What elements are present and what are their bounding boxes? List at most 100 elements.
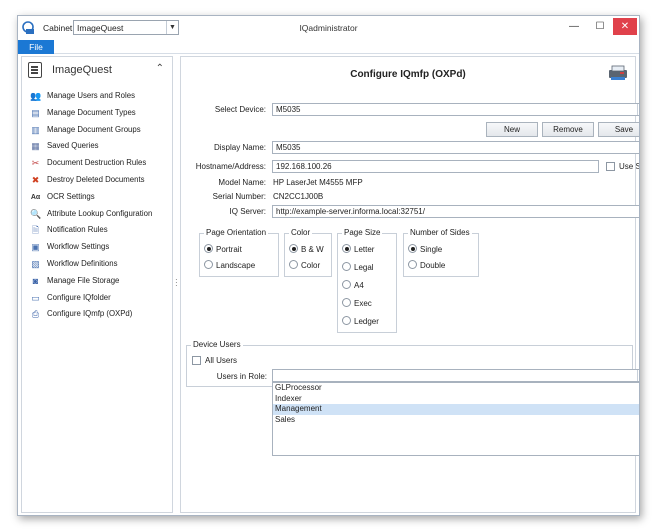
list-item[interactable]: Sales xyxy=(273,415,639,426)
radio-unselected[interactable] xyxy=(342,280,351,290)
use-ssl-label: Use SSL xyxy=(619,162,639,171)
sidebar-item-label: Destroy Deleted Documents xyxy=(47,174,145,184)
select-device-dropdown[interactable]: M5035 ▼ xyxy=(272,103,639,116)
model-name-label: Model Name: xyxy=(218,178,266,187)
option-label: Single xyxy=(420,245,443,254)
sidebar-item-destruction-rules[interactable]: ✂ Document Destruction Rules xyxy=(22,155,172,172)
size-ledger-option[interactable]: Ledger xyxy=(342,316,379,328)
radio-unselected[interactable] xyxy=(289,260,298,270)
serial-number-value: CN2CC1J00B xyxy=(273,192,324,201)
radio-unselected[interactable] xyxy=(342,316,351,326)
workflow-definitions-icon: ▧ xyxy=(31,258,40,269)
ocr-icon: Aα xyxy=(30,193,41,201)
radio-selected[interactable] xyxy=(408,244,417,254)
sidebar-item-saved-queries[interactable]: ▦ Saved Queries xyxy=(22,138,172,155)
page-size-title: Page Size xyxy=(342,228,383,237)
orientation-portrait-option[interactable]: Portrait xyxy=(204,244,242,256)
size-a4-option[interactable]: A4 xyxy=(342,280,364,292)
iq-server-input[interactable]: http://example-server.informa.local:3275… xyxy=(272,205,639,218)
option-label: Double xyxy=(420,261,446,270)
radio-unselected[interactable] xyxy=(342,262,351,272)
radio-unselected[interactable] xyxy=(342,298,351,308)
save-button[interactable]: Save xyxy=(598,122,639,137)
option-label: Color xyxy=(301,261,321,270)
menu-bar: File xyxy=(18,40,639,54)
splitter-handle[interactable]: · · · xyxy=(175,276,178,290)
number-of-sides-title: Number of Sides xyxy=(408,228,472,237)
option-label: B & W xyxy=(301,245,324,254)
sidebar-item-label: OCR Settings xyxy=(47,191,95,201)
page-orientation-title: Page Orientation xyxy=(204,228,269,237)
sidebar-item-file-storage[interactable]: ◙ Manage File Storage xyxy=(22,273,172,290)
sidebar-nav: 👥 Manage Users and Roles ▤ Manage Document… xyxy=(22,88,172,323)
sidebar: ImageQuest ⌃ 👥 Manage Users and Roles ▤ Ma… xyxy=(21,56,173,513)
workflow-settings-icon: ▣ xyxy=(31,242,40,253)
iqmfp-icon: ⎙ xyxy=(31,309,40,320)
close-button[interactable]: ✕ xyxy=(613,18,637,35)
color-bw-option[interactable]: B & W xyxy=(289,244,324,256)
sidebar-item-ocr-settings[interactable]: Aα OCR Settings xyxy=(22,189,172,206)
orientation-landscape-option[interactable]: Landscape xyxy=(204,260,255,272)
sidebar-item-document-groups[interactable]: ▥ Manage Document Groups xyxy=(22,122,172,139)
option-label: Landscape xyxy=(216,261,256,270)
sides-double-option[interactable]: Double xyxy=(408,260,445,272)
radio-selected[interactable] xyxy=(204,244,213,254)
list-item[interactable]: GLProcessor xyxy=(273,383,639,394)
remove-button[interactable]: Remove xyxy=(542,122,594,137)
list-item[interactable]: Indexer xyxy=(273,394,639,405)
sidebar-item-label: Saved Queries xyxy=(47,141,99,151)
sidebar-item-configure-iqmfp[interactable]: ⎙ Configure IQmfp (OXPd) xyxy=(22,306,172,323)
size-legal-option[interactable]: Legal xyxy=(342,262,374,274)
users-in-role-label: Users in Role: xyxy=(216,372,267,381)
sidebar-item-workflow-definitions[interactable]: ▧ Workflow Definitions xyxy=(22,256,172,273)
new-button[interactable]: New xyxy=(486,122,538,137)
sidebar-item-label: Notification Rules xyxy=(47,225,108,235)
color-color-option[interactable]: Color xyxy=(289,260,320,272)
minimize-button[interactable]: — xyxy=(563,18,585,35)
list-item-selected[interactable]: Management xyxy=(273,404,639,415)
all-users-checkbox[interactable] xyxy=(192,356,201,365)
document-types-icon: ▤ xyxy=(31,107,40,118)
users-icon: 👥 xyxy=(30,91,42,101)
sidebar-item-configure-iqfolder[interactable]: ▭ Configure IQfolder xyxy=(22,290,172,307)
chevron-up-icon[interactable]: ⌃ xyxy=(156,63,164,74)
role-options-list[interactable]: GLProcessor Indexer Management Sales xyxy=(272,382,639,456)
sidebar-item-users[interactable]: 👥 Manage Users and Roles xyxy=(22,88,172,105)
size-letter-option[interactable]: Letter xyxy=(342,244,374,256)
size-exec-option[interactable]: Exec xyxy=(342,298,372,310)
destroy-icon: ✖ xyxy=(31,174,40,185)
option-label: Exec xyxy=(354,299,372,308)
chevron-down-icon[interactable]: ▼ xyxy=(637,370,639,381)
sides-single-option[interactable]: Single xyxy=(408,244,442,256)
lookup-icon: 🔍 xyxy=(30,208,42,219)
chevron-down-icon[interactable]: ▼ xyxy=(637,104,639,115)
page-size-group: Page Size Letter Legal A4 Exec Ledger xyxy=(337,228,397,333)
document-groups-icon: ▥ xyxy=(31,124,40,135)
radio-selected[interactable] xyxy=(289,244,298,254)
hostname-label: Hostname/Address: xyxy=(195,162,266,171)
serial-number-label: Serial Number: xyxy=(212,192,266,201)
sidebar-item-label: Manage Document Groups xyxy=(47,124,141,134)
sidebar-item-document-types[interactable]: ▤ Manage Document Types xyxy=(22,105,172,122)
sidebar-item-label: Configure IQmfp (OXPd) xyxy=(47,309,133,319)
sidebar-header[interactable]: ImageQuest ⌃ xyxy=(22,57,172,83)
sidebar-item-workflow-settings[interactable]: ▣ Workflow Settings xyxy=(22,239,172,256)
file-menu[interactable]: File xyxy=(18,40,54,54)
color-group: Color B & W Color xyxy=(284,228,332,277)
page-orientation-group: Page Orientation Portrait Landscape xyxy=(199,228,279,277)
hostname-input[interactable]: 192.168.100.26 xyxy=(272,160,599,173)
users-in-role-dropdown[interactable]: ▼ xyxy=(272,369,639,382)
radio-unselected[interactable] xyxy=(204,260,213,270)
sidebar-item-attribute-lookup[interactable]: 🔍 Attribute Lookup Configuration xyxy=(22,206,172,223)
radio-unselected[interactable] xyxy=(408,260,417,270)
display-name-input[interactable]: M5035 xyxy=(272,141,639,154)
sidebar-item-notification-rules[interactable]: 🗎 Notification Rules xyxy=(22,222,172,239)
cabinet-icon xyxy=(28,62,42,78)
sidebar-item-label: Document Destruction Rules xyxy=(47,158,147,168)
use-ssl-checkbox[interactable] xyxy=(606,162,615,171)
sidebar-item-label: Configure IQfolder xyxy=(47,292,111,302)
iq-server-label: IQ Server: xyxy=(229,207,266,216)
sidebar-item-destroy-deleted[interactable]: ✖ Destroy Deleted Documents xyxy=(22,172,172,189)
maximize-button[interactable]: ☐ xyxy=(589,18,611,35)
radio-selected[interactable] xyxy=(342,244,351,254)
